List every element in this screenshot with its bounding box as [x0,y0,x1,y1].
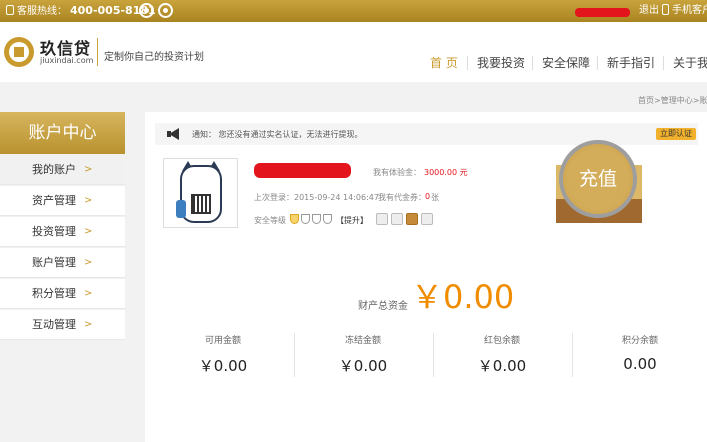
slogan: 定制你自己的投资计划 [104,52,204,63]
column-divider [433,333,434,377]
coupon-label: 我有代金券： [378,193,426,202]
shield-icon [290,214,299,224]
sidebar-item-label: 资产管理 [32,194,76,207]
experience-label: 我有体验金： [373,168,421,177]
hotline-label: 客服热线： [17,6,67,17]
nav-home[interactable]: 首 页 [430,54,458,72]
chevron-right-icon: > [84,164,93,175]
hotline: 客服热线： 400-005-8181 [6,3,156,20]
qr-code-icon [191,194,211,214]
nav-separator [597,56,598,70]
breadcrumb: 首页>管理中心>账户 [638,96,707,105]
upgrade-link[interactable]: 【提升】 [336,215,368,226]
megaphone-icon [169,128,179,140]
sidebar-item-interaction[interactable]: 互动管理 > [0,310,125,340]
experience-value: 3000.00 元 [424,168,468,177]
frozen-amount-label: 冻结金额 [344,336,381,346]
lock-icon[interactable] [406,213,418,225]
weibo-icon[interactable] [139,3,154,18]
notice-text: 通知： 您还没有通过实名认证，无法进行提现。 [192,130,363,139]
column-divider [572,333,573,377]
coupon-value[interactable]: 0 [425,192,430,201]
redacted-account-name [254,163,351,178]
last-login: 上次登录：2015-09-24 14:06:47 [254,193,379,202]
chevron-right-icon: > [84,195,93,206]
points-balance-value: 0.00 [623,355,657,373]
mobile-icon [662,4,669,15]
sidebar-title: 账户中心 [0,112,125,154]
available-amount-value: ￥0.00 [198,357,248,375]
available-amount-label: 可用金额 [204,336,241,346]
recharge-label: 充值 [578,168,617,190]
nav-separator [532,56,533,70]
nav-invest[interactable]: 我要投资 [477,54,525,72]
top-bar: 客服热线：400-005-8181 退出 手机客户 [0,0,707,22]
logo-icon[interactable] [4,37,34,67]
verify-button[interactable]: 立即认证 [656,128,696,140]
shield-icon [312,214,321,224]
red-packet-value: ￥0.00 [477,357,527,375]
chevron-right-icon: > [84,226,93,237]
frozen-amount-value: ￥0.00 [338,357,388,375]
points-balance-label: 积分余额 [621,336,658,346]
mobile-client-link[interactable]: 手机客户 [662,3,707,19]
sidebar-item-investments[interactable]: 投资管理 > [0,217,125,247]
nav-guide[interactable]: 新手指引 [607,54,655,72]
shield-icon [301,214,310,224]
total-assets-label: 财产总资金 [358,301,408,312]
total-assets-value: ￥0.00 [411,278,515,316]
nav-about[interactable]: 关于我 [673,54,707,72]
sidebar-item-my-account[interactable]: 我的账户 > [0,155,125,185]
sidebar-item-label: 账户管理 [32,256,76,269]
logout-link[interactable]: 退出 [639,3,659,19]
sidebar-item-points[interactable]: 积分管理 > [0,279,125,309]
sidebar-item-account-settings[interactable]: 账户管理 > [0,248,125,278]
id-card-icon[interactable] [376,213,388,225]
avatar-cat-arm [176,200,186,218]
chevron-right-icon: > [84,257,93,268]
security-level-label: 安全等级 [254,216,286,225]
chevron-right-icon: > [84,288,93,299]
mobile-client-label: 手机客户 [672,5,707,16]
phone-icon [6,5,14,15]
nav-separator [467,56,468,70]
sidebar-item-label: 投资管理 [32,225,76,238]
sidebar-item-label: 积分管理 [32,287,76,300]
sidebar-item-label: 我的账户 [32,163,76,176]
column-divider [294,333,295,377]
logo-divider [97,38,98,66]
chevron-right-icon: > [84,319,93,330]
wechat-icon[interactable] [158,3,173,18]
sidebar-item-label: 互动管理 [32,318,76,331]
social-links [139,3,177,21]
shield-icon [323,214,332,224]
nav-security[interactable]: 安全保障 [542,54,590,72]
logo-domain: jiuxindai.com [40,56,94,65]
email-icon[interactable] [421,213,433,225]
coupon-unit: 张 [431,193,439,202]
red-packet-label: 红包余额 [483,336,520,346]
redacted-username [575,8,630,17]
nav-separator [663,56,664,70]
phone-verify-icon[interactable] [391,213,403,225]
sidebar-item-assets[interactable]: 资产管理 > [0,186,125,216]
